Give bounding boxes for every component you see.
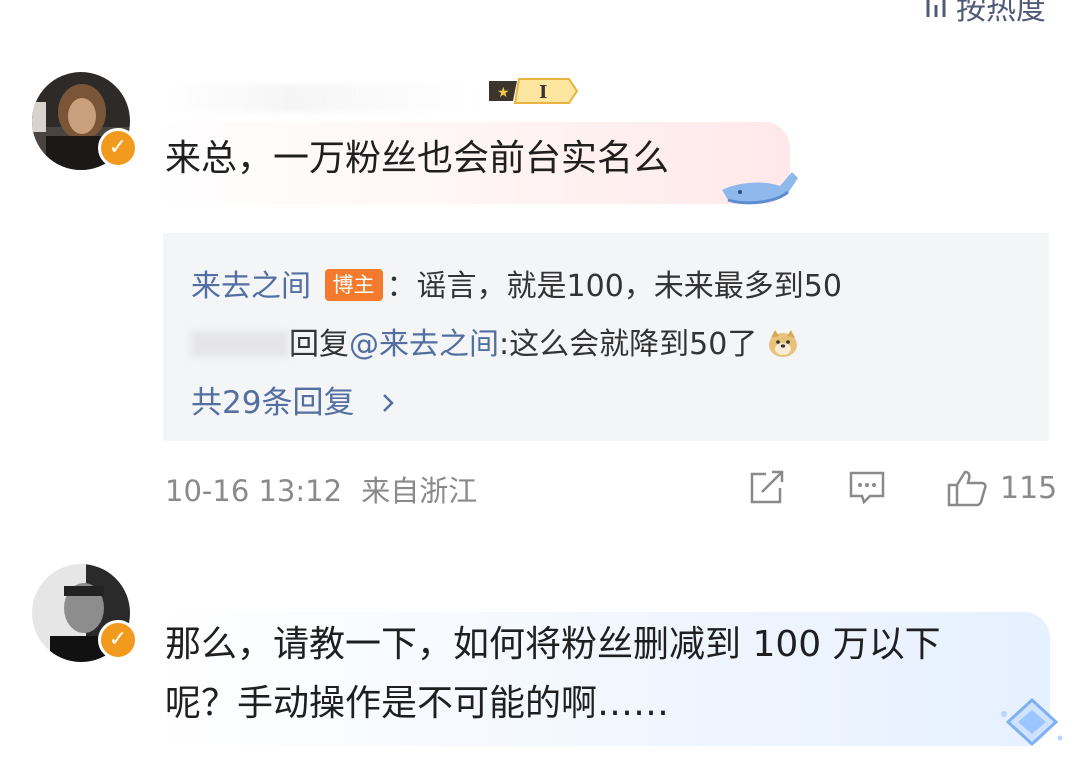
commenter-avatar[interactable]: ✓ [32,72,138,170]
reply-mention-link[interactable]: @来去之间 [349,327,499,362]
view-all-replies-link[interactable]: 共29条回复 [191,377,398,422]
author-tag-badge: 博主 [324,269,383,301]
doge-emoji-icon [768,330,797,357]
comment-text-line-1: 那么，请教一下，如何将粉丝删减到 100 万以下 [165,624,941,665]
reply-author-blurred [191,331,289,357]
diamond-decoration-icon [1001,697,1063,747]
comment-text: 来总，一万粉丝也会前台实名么 [165,138,670,179]
reply-separator: : [499,327,510,362]
sort-icon [926,0,946,27]
comment-button[interactable] [848,468,886,508]
comment-icon [849,471,885,505]
comment-meta: 10-16 13:12 来自浙江 [165,468,477,510]
share-button[interactable] [748,468,786,508]
reply-word: 回复 [289,327,349,362]
replies-preview-box: 来去之间 博主 ：谣言，就是100，未来最多到50 回复@来去之间:这么会就降到5… [163,233,1049,441]
comment-location: 来自浙江 [361,474,478,508]
reply-separator: ： [386,269,417,304]
reply-text: 谣言，就是100，未来最多到50 [416,269,842,304]
reply-item[interactable]: 来去之间 博主 ：谣言，就是100，未来最多到50 [191,261,842,305]
verified-badge-icon: ✓ [98,620,138,660]
verified-badge-icon: ✓ [98,128,138,168]
fan-level-badge-icon: ★ I [489,78,579,104]
commenter-avatar[interactable]: ✓ [32,564,138,662]
like-count: 115 [1000,470,1058,506]
comment-text-line-2: 呢？手动操作是不可能的啊…… [165,683,670,724]
chevron-right-icon [383,394,394,412]
reply-item[interactable]: 回复@来去之间:这么会就降到50了 [191,319,799,363]
reply-text: 这么会就降到50了 [509,327,758,362]
svg-text:I: I [539,82,547,103]
whale-decoration-icon [722,172,798,205]
share-icon [750,470,784,504]
like-button[interactable]: 115 [946,468,1057,508]
commenter-name-blurred [165,84,475,112]
svg-text:★: ★ [497,85,510,101]
thumbs-up-icon [947,470,987,507]
sort-by-hot-button[interactable]: 按热度 [926,0,1046,28]
sort-label: 按热度 [956,0,1046,27]
comment-time: 10-16 13:12 [165,474,343,508]
view-all-replies-label: 共29条回复 [191,385,355,421]
reply-author-link[interactable]: 来去之间 [191,269,311,304]
